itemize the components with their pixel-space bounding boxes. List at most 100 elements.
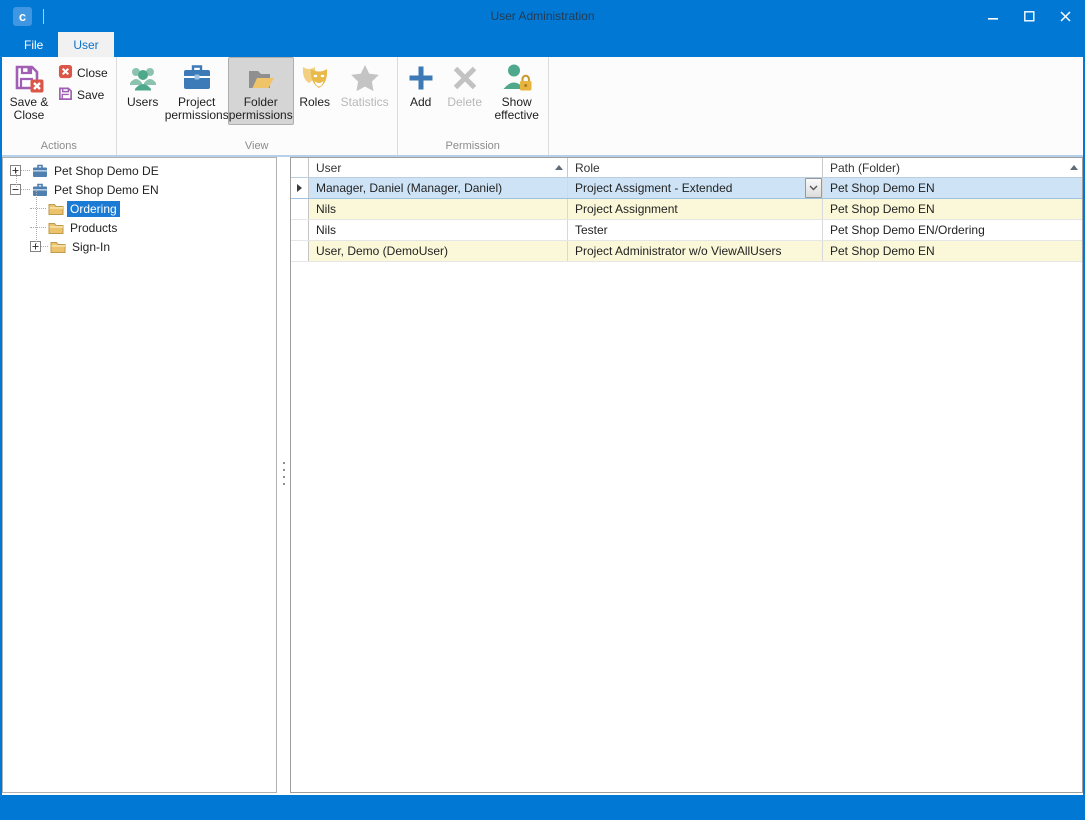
- tree-item[interactable]: Ordering: [3, 199, 276, 218]
- cell-role[interactable]: Project Assignment: [568, 199, 823, 219]
- splitter-grip-icon: [283, 462, 285, 490]
- main-content: Pet Shop Demo DE Pet Shop Demo EN Ordering…: [2, 157, 1083, 793]
- tree-item-label: Pet Shop Demo EN: [51, 182, 162, 198]
- save-icon: [58, 86, 73, 104]
- users-button[interactable]: Users: [120, 57, 166, 112]
- tree-item-label: Sign-In: [69, 239, 113, 255]
- close-icon: [1060, 11, 1071, 22]
- close-button[interactable]: [1047, 0, 1083, 32]
- cell-role[interactable]: Project Assigment - Extended: [568, 178, 823, 198]
- masks-icon: [299, 62, 331, 94]
- star-icon: [349, 62, 381, 94]
- folder-permissions-button[interactable]: Folder permissions: [228, 57, 294, 125]
- row-indicator-arrow: [297, 184, 302, 192]
- header-indicator-cell: [291, 158, 309, 177]
- grid-header: User Role Path (Folder): [291, 158, 1082, 178]
- table-row[interactable]: NilsProject AssignmentPet Shop Demo EN: [291, 199, 1082, 220]
- column-header-user[interactable]: User: [309, 158, 568, 177]
- save-and-close-button[interactable]: Save & Close: [5, 57, 53, 125]
- row-indicator: [291, 199, 309, 219]
- cell-path[interactable]: Pet Shop Demo EN: [823, 178, 1082, 198]
- save-close-icon: [13, 62, 45, 94]
- minimize-button[interactable]: [975, 0, 1011, 32]
- ribbon-group-label: View: [120, 139, 394, 155]
- folder-icon: [48, 220, 64, 236]
- button-label: Users: [127, 96, 158, 109]
- folder-icon: [48, 201, 64, 217]
- permissions-grid: User Role Path (Folder) Manager, Daniel …: [290, 157, 1083, 793]
- pane-splitter[interactable]: [277, 157, 290, 793]
- delete-button: Delete: [441, 57, 489, 112]
- button-label: Delete: [447, 96, 482, 109]
- folder-icon: [50, 239, 66, 255]
- table-row[interactable]: NilsTesterPet Shop Demo EN/Ordering: [291, 220, 1082, 241]
- button-label: Folder permissions: [229, 96, 293, 122]
- column-header-path[interactable]: Path (Folder): [823, 158, 1082, 177]
- ribbon-group-permission: Add Delete: [398, 57, 549, 155]
- close-document-button[interactable]: Close: [55, 63, 111, 83]
- status-bar: [2, 795, 1083, 820]
- project-icon: [32, 163, 48, 179]
- cell-user[interactable]: Manager, Daniel (Manager, Daniel): [309, 178, 568, 198]
- tree-item-label: Pet Shop Demo DE: [51, 163, 162, 179]
- add-button[interactable]: Add: [401, 57, 441, 112]
- tree-item[interactable]: Pet Shop Demo DE: [3, 161, 276, 180]
- sort-ascending-icon: [1070, 165, 1078, 170]
- row-indicator: [291, 220, 309, 240]
- button-label: Roles: [299, 96, 330, 109]
- row-indicator: [291, 241, 309, 261]
- briefcase-icon: [181, 62, 213, 94]
- save-button[interactable]: Save: [55, 85, 111, 105]
- folder-tree: Pet Shop Demo DE Pet Shop Demo EN Ordering…: [2, 157, 277, 793]
- page-title: User Administration: [2, 9, 1083, 23]
- button-label: Add: [410, 96, 431, 109]
- button-label: Close: [77, 66, 108, 80]
- cell-path[interactable]: Pet Shop Demo EN/Ordering: [823, 220, 1082, 240]
- tab-file[interactable]: File: [9, 32, 58, 57]
- tab-user[interactable]: User: [58, 32, 113, 57]
- app-window: c User Administration File User: [0, 0, 1085, 820]
- users-icon: [127, 62, 159, 94]
- roles-button[interactable]: Roles: [294, 57, 336, 112]
- chevron-down-icon: [809, 185, 818, 191]
- sort-ascending-icon: [555, 165, 563, 170]
- tree-item-label: Products: [67, 220, 120, 236]
- delete-icon: [449, 62, 481, 94]
- grid-rows: Manager, Daniel (Manager, Daniel)Project…: [291, 178, 1082, 262]
- tree-connector: [36, 191, 37, 244]
- ribbon-group-label: Actions: [5, 139, 113, 155]
- cell-role[interactable]: Project Administrator w/o ViewAllUsers: [568, 241, 823, 261]
- ribbon-group-label: Permission: [401, 139, 545, 155]
- title-bar: c User Administration: [2, 0, 1083, 32]
- maximize-icon: [1024, 11, 1035, 22]
- tree-item[interactable]: Sign-In: [3, 237, 276, 256]
- cell-role[interactable]: Tester: [568, 220, 823, 240]
- ribbon-group-view: Users Project permissions: [117, 57, 398, 155]
- ribbon: Save & Close Close: [2, 57, 1083, 157]
- project-permissions-button[interactable]: Project permissions: [166, 57, 228, 125]
- project-icon: [32, 182, 48, 198]
- cell-user[interactable]: Nils: [309, 199, 568, 219]
- cell-user[interactable]: Nils: [309, 220, 568, 240]
- button-label: Statistics: [341, 96, 389, 109]
- role-dropdown-button[interactable]: [805, 178, 822, 198]
- show-effective-button[interactable]: Show effective: [489, 57, 545, 125]
- statistics-button: Statistics: [336, 57, 394, 112]
- column-header-role[interactable]: Role: [568, 158, 823, 177]
- add-icon: [405, 62, 437, 94]
- tree-item[interactable]: Pet Shop Demo EN: [3, 180, 276, 199]
- cell-path[interactable]: Pet Shop Demo EN: [823, 241, 1082, 261]
- tree-item[interactable]: Products: [3, 218, 276, 237]
- table-row[interactable]: Manager, Daniel (Manager, Daniel)Project…: [291, 178, 1082, 199]
- button-label: Project permissions: [165, 96, 229, 122]
- table-row[interactable]: User, Demo (DemoUser)Project Administrat…: [291, 241, 1082, 262]
- button-label: Save: [77, 88, 104, 102]
- cell-user[interactable]: User, Demo (DemoUser): [309, 241, 568, 261]
- button-label: Show effective: [492, 96, 542, 122]
- maximize-button[interactable]: [1011, 0, 1047, 32]
- tree-item-label: Ordering: [67, 201, 120, 217]
- cell-path[interactable]: Pet Shop Demo EN: [823, 199, 1082, 219]
- tree-items: Pet Shop Demo DE Pet Shop Demo EN Ordering…: [3, 161, 276, 256]
- row-indicator: [291, 178, 309, 198]
- ribbon-tabs: File User: [2, 32, 1083, 57]
